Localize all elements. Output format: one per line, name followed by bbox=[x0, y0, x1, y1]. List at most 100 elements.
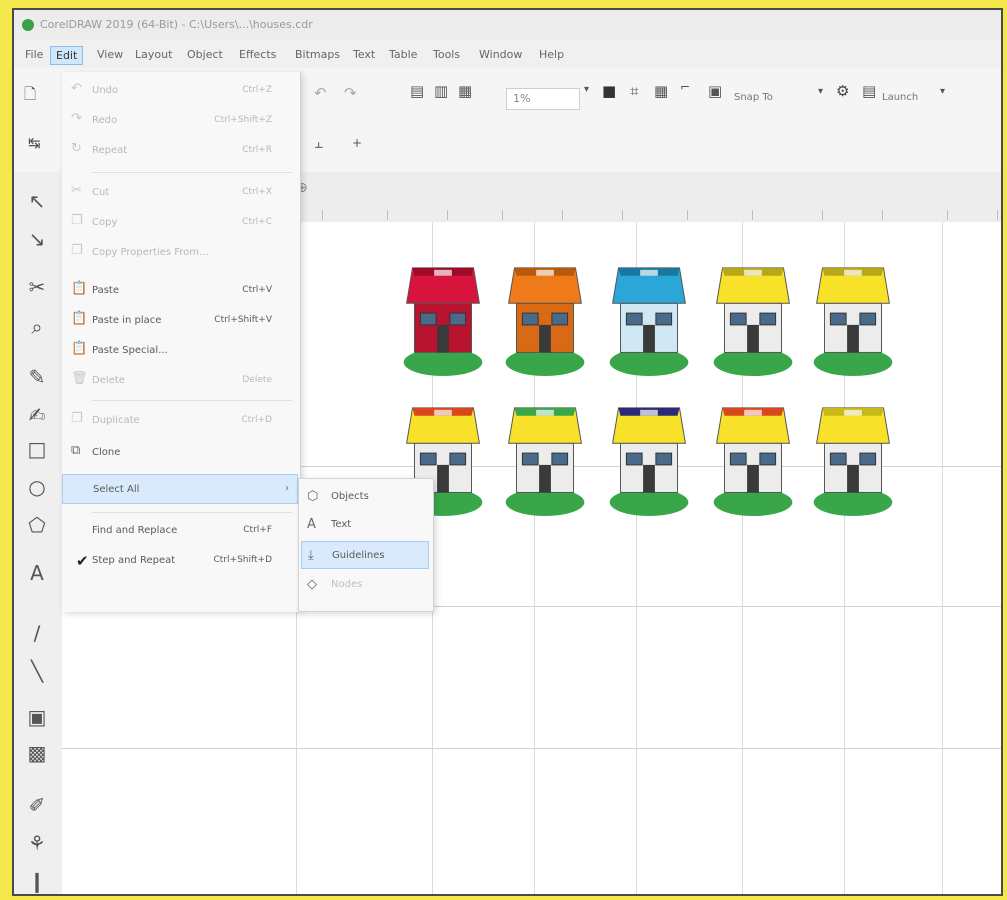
submenu-nodes[interactable]: ◇ Nodes bbox=[301, 571, 429, 599]
menu-select-all[interactable]: Select All › bbox=[62, 474, 298, 504]
export-icon[interactable]: ▤ bbox=[410, 82, 424, 100]
menu-view[interactable]: View bbox=[92, 46, 128, 63]
menu-clone-label: Clone bbox=[92, 447, 121, 458]
menu-copy[interactable]: ❐ Copy Ctrl+C bbox=[62, 208, 298, 238]
menu-repeat-shortcut: Ctrl+R bbox=[242, 145, 272, 155]
pick-tool-icon[interactable]: ↖ bbox=[20, 186, 54, 216]
menu-copy-properties[interactable]: ❐ Copy Properties From... bbox=[62, 238, 298, 268]
menu-undo[interactable]: ↶ Undo Ctrl+Z bbox=[62, 76, 298, 106]
menu-help[interactable]: Help bbox=[534, 46, 569, 63]
menu-find-and-replace[interactable]: Find and Replace Ctrl+F bbox=[62, 516, 298, 546]
house-2-3[interactable] bbox=[606, 400, 692, 518]
house-2-2[interactable] bbox=[502, 400, 588, 518]
new-document-icon[interactable]: 🗋 bbox=[24, 84, 36, 109]
show-rulers-icon[interactable]: ⌗ bbox=[630, 82, 638, 100]
full-screen-icon[interactable]: ■ bbox=[602, 82, 616, 100]
menu-clone[interactable]: ⧉ Clone bbox=[62, 438, 298, 468]
menu-redo[interactable]: ↷ Redo Ctrl+Shift+Z bbox=[62, 106, 298, 136]
checkmark-icon: ✔ bbox=[76, 552, 89, 570]
house-2-4[interactable] bbox=[710, 400, 796, 518]
crop-tool-icon[interactable]: ✂ bbox=[20, 272, 54, 302]
menu-find-and-replace-label: Find and Replace bbox=[92, 525, 178, 536]
house-1-4[interactable] bbox=[710, 260, 796, 378]
shape-tool-icon[interactable]: ↘ bbox=[20, 224, 54, 254]
menu-repeat[interactable]: ↻ Repeat Ctrl+R bbox=[62, 136, 298, 166]
menu-undo-label: Undo bbox=[92, 85, 119, 96]
paste-in-place-icon: 📋 bbox=[71, 311, 88, 326]
house-1-3[interactable] bbox=[606, 260, 692, 378]
zoom-tool-icon[interactable]: ⌕ bbox=[20, 312, 54, 342]
transparency-icon[interactable]: ▩ bbox=[20, 738, 54, 768]
parallel-dimension-icon[interactable]: ∕ bbox=[20, 618, 54, 648]
menu-duplicate[interactable]: ❐ Duplicate Ctrl+D bbox=[62, 406, 298, 436]
undo-toolbar-icon[interactable]: ↶ bbox=[314, 84, 327, 102]
freehand-tool-icon[interactable]: ✎ bbox=[20, 362, 54, 392]
submenu-arrow-icon: › bbox=[285, 483, 289, 494]
menu-paste-in-place[interactable]: 📋 Paste in place Ctrl+Shift+V bbox=[62, 306, 298, 336]
text-tool-icon[interactable]: A bbox=[20, 558, 54, 588]
menu-tools[interactable]: Tools bbox=[428, 46, 465, 63]
drop-shadow-icon[interactable]: ▣ bbox=[20, 702, 54, 732]
app-logo-icon bbox=[22, 19, 34, 31]
redo-icon: ↷ bbox=[71, 111, 82, 126]
menu-paste-special[interactable]: 📋 Paste Special... bbox=[62, 336, 298, 366]
house-1-5[interactable] bbox=[810, 260, 896, 378]
snap-icon[interactable]: ▣ bbox=[708, 82, 722, 100]
ellipse-tool-icon[interactable]: ○ bbox=[20, 472, 54, 502]
menu-cut[interactable]: ✂ Cut Ctrl+X bbox=[62, 178, 298, 208]
launch-label[interactable]: Launch bbox=[882, 92, 918, 103]
menu-copy-label: Copy bbox=[92, 217, 118, 228]
eyedropper-icon[interactable]: ✐ bbox=[20, 790, 54, 820]
submenu-objects-label: Objects bbox=[331, 491, 369, 502]
zoom-dropdown-icon[interactable]: ▾ bbox=[584, 84, 589, 95]
smart-fill-icon[interactable]: ❙ bbox=[20, 866, 54, 894]
launch-dropdown-icon[interactable]: ▾ bbox=[940, 86, 945, 97]
property-icon[interactable]: ↹ bbox=[28, 134, 41, 152]
rectangle-tool-icon[interactable]: □ bbox=[20, 434, 54, 464]
house-2-5[interactable] bbox=[810, 400, 896, 518]
submenu-text[interactable]: A Text bbox=[301, 511, 429, 539]
distribute-icon[interactable]: ⫠ bbox=[314, 134, 323, 152]
menu-layout[interactable]: Layout bbox=[130, 46, 177, 63]
menu-bitmaps[interactable]: Bitmaps bbox=[290, 46, 345, 63]
menu-delete[interactable]: 🗑 Delete Delete bbox=[62, 366, 298, 396]
submenu-guidelines[interactable]: ⤓ Guidelines bbox=[301, 541, 429, 569]
redo-toolbar-icon[interactable]: ↷ bbox=[344, 84, 357, 102]
menu-cut-label: Cut bbox=[92, 187, 110, 198]
zoom-level-input[interactable]: 1% bbox=[506, 88, 580, 110]
options-gear-icon[interactable]: ⚙ bbox=[836, 82, 849, 100]
menu-window[interactable]: Window bbox=[474, 46, 527, 63]
add-property-icon[interactable]: + bbox=[352, 136, 362, 150]
interactive-fill-icon[interactable]: ⚘ bbox=[20, 828, 54, 858]
application-launcher-icon[interactable]: ▤ bbox=[862, 82, 876, 100]
menu-paste-special-label: Paste Special... bbox=[92, 345, 168, 356]
menu-edit[interactable]: Edit bbox=[50, 46, 84, 65]
menu-duplicate-shortcut: Ctrl+D bbox=[241, 415, 273, 425]
show-guidelines-icon[interactable]: ⌐ bbox=[680, 80, 690, 94]
show-grid-icon[interactable]: ▦ bbox=[654, 82, 668, 100]
house-1-2[interactable] bbox=[502, 260, 588, 378]
snap-dropdown-icon[interactable]: ▾ bbox=[818, 86, 823, 97]
pdf-icon[interactable]: ▦ bbox=[458, 82, 472, 100]
menu-repeat-label: Repeat bbox=[92, 145, 128, 156]
menu-step-and-repeat[interactable]: ✔ Step and Repeat Ctrl+Shift+D bbox=[62, 546, 298, 576]
house-1-1[interactable] bbox=[400, 260, 486, 378]
menu-paste-in-place-label: Paste in place bbox=[92, 315, 162, 326]
menu-object[interactable]: Object bbox=[182, 46, 228, 63]
menu-delete-shortcut: Delete bbox=[242, 375, 272, 385]
title-bar: CorelDRAW 2019 (64-Bit) - C:\Users\...\h… bbox=[14, 10, 1001, 41]
menu-effects[interactable]: Effects bbox=[234, 46, 281, 63]
menu-paste[interactable]: 📋 Paste Ctrl+V bbox=[62, 276, 298, 306]
menu-file[interactable]: File bbox=[20, 46, 48, 63]
polygon-tool-icon[interactable]: ⬠ bbox=[20, 510, 54, 540]
connector-tool-icon[interactable]: ╲ bbox=[20, 656, 54, 686]
artistic-media-icon[interactable]: ✍ bbox=[20, 400, 54, 430]
copy-properties-icon: ❐ bbox=[71, 243, 83, 258]
submenu-nodes-label: Nodes bbox=[331, 579, 363, 590]
menu-text[interactable]: Text bbox=[348, 46, 380, 63]
submenu-objects[interactable]: ⬡ Objects bbox=[301, 483, 429, 511]
snap-to-label[interactable]: Snap To bbox=[734, 92, 773, 103]
select-all-submenu: ⬡ Objects A Text ⤓ Guidelines ◇ Nodes bbox=[298, 478, 434, 612]
publish-icon[interactable]: ▥ bbox=[434, 82, 448, 100]
menu-table[interactable]: Table bbox=[384, 46, 422, 63]
